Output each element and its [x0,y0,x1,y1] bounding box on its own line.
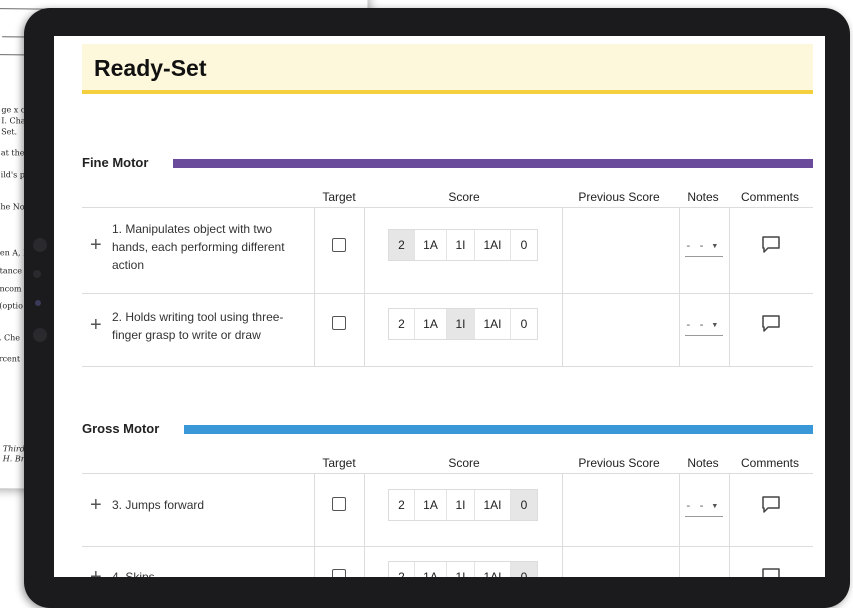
paper-text: rcent [0,354,21,364]
score-option[interactable]: 1I [447,230,475,260]
paper-text: at the [0,148,25,158]
score-option[interactable]: 2 [389,562,415,577]
score-option[interactable]: 0 [511,230,537,260]
target-checkbox[interactable] [332,497,346,511]
section-title: Fine Motor [82,155,149,170]
score-selector: 2 1A 1I 1AI 0 [388,489,538,521]
comment-icon[interactable] [761,496,781,514]
score-selector: 2 1A 1I 1AI 0 [388,229,538,261]
score-option[interactable]: 2 [389,230,415,260]
item-description: 2. Holds writing tool using three-finger… [112,310,284,342]
paper-text: (optio [0,301,24,311]
paper-text: Set. [1,127,18,137]
item-description: 4. Skips [112,570,155,577]
notes-dropdown[interactable]: - - ▾ [685,494,723,517]
section-title: Gross Motor [82,421,160,436]
paper-text: en A, I [0,248,27,258]
score-option[interactable]: 1I [447,309,475,339]
column-header-score: Score [448,456,480,470]
score-option[interactable]: 0 [511,562,537,577]
expand-plus-icon[interactable]: + [90,495,102,515]
column-header-previous-score: Previous Score [578,456,660,470]
score-option[interactable]: 0 [511,490,537,520]
score-option[interactable]: 1AI [475,230,511,260]
score-option[interactable]: 2 [389,490,415,520]
score-option[interactable]: 0 [511,309,537,339]
score-option[interactable]: 1AI [475,309,511,339]
expand-plus-icon[interactable]: + [90,315,102,335]
paper-text: . Che [0,333,21,343]
score-option[interactable]: 2 [389,309,415,339]
notes-dropdown[interactable]: - - ▾ [685,313,723,336]
paper-text: ncom [0,284,22,294]
sensor-icon [33,270,41,278]
page-title: Ready-Set [94,55,207,81]
expand-plus-icon[interactable]: + [90,567,102,577]
item-description: 1. Manipulates object with two hands, ea… [112,222,285,272]
paper-text: ge x c [1,105,26,115]
paper-text: tance [0,266,23,276]
table-row: + 3. Jumps forward 2 1A 1I 1AI 0 - - ▾ [82,473,813,547]
target-checkbox[interactable] [332,569,346,577]
section-header-fine-motor: Fine Motor [82,155,813,175]
paper-text: I. Cha [1,116,26,126]
section-header-gross-motor: Gross Motor [82,421,813,441]
column-header-score: Score [448,190,480,204]
score-option[interactable]: 1I [447,562,475,577]
score-option[interactable]: 1A [415,230,447,260]
section-color-bar [173,159,813,168]
notes-dropdown[interactable]: - - ▾ [685,234,723,257]
comment-icon[interactable] [761,568,781,577]
camera-icon [33,238,47,252]
column-header-notes: Notes [687,190,719,204]
lens-icon [35,300,41,306]
score-selector: 2 1A 1I 1AI 0 [388,561,538,577]
section-color-bar [184,425,813,434]
paper-text: he No [0,202,25,212]
table-row: + 2. Holds writing tool using three-fing… [82,293,813,367]
paper-text: l H. Br [0,454,25,464]
comment-icon[interactable] [761,236,781,254]
comment-icon[interactable] [761,315,781,333]
column-header-notes: Notes [687,456,719,470]
target-checkbox[interactable] [332,316,346,330]
page-header: Ready-Set [82,44,813,94]
column-header-comments: Comments [740,456,799,470]
table-row: + 4. Skips 2 1A 1I 1AI 0 [82,546,813,577]
column-header-comments: Comments [740,190,799,204]
score-selector: 2 1A 1I 1AI 0 [388,308,538,340]
app-screen: Ready-Set Fine Motor Target Score Previo… [54,36,825,577]
target-checkbox[interactable] [332,238,346,252]
score-option[interactable]: 1I [447,490,475,520]
score-option[interactable]: 1AI [475,490,511,520]
column-header-target: Target [322,456,356,470]
table-row: + 1. Manipulates object with two hands, … [82,207,813,294]
score-option[interactable]: 1A [415,490,447,520]
column-header-previous-score: Previous Score [578,190,660,204]
score-option[interactable]: 1AI [475,562,511,577]
sensor-icon [33,328,47,342]
item-description: 3. Jumps forward [112,498,205,512]
column-header-target: Target [322,190,356,204]
score-option[interactable]: 1A [415,309,447,339]
expand-plus-icon[interactable]: + [90,235,102,255]
score-option[interactable]: 1A [415,562,447,577]
paper-text: , Third [0,444,25,454]
paper-text: ild's p [0,170,25,180]
